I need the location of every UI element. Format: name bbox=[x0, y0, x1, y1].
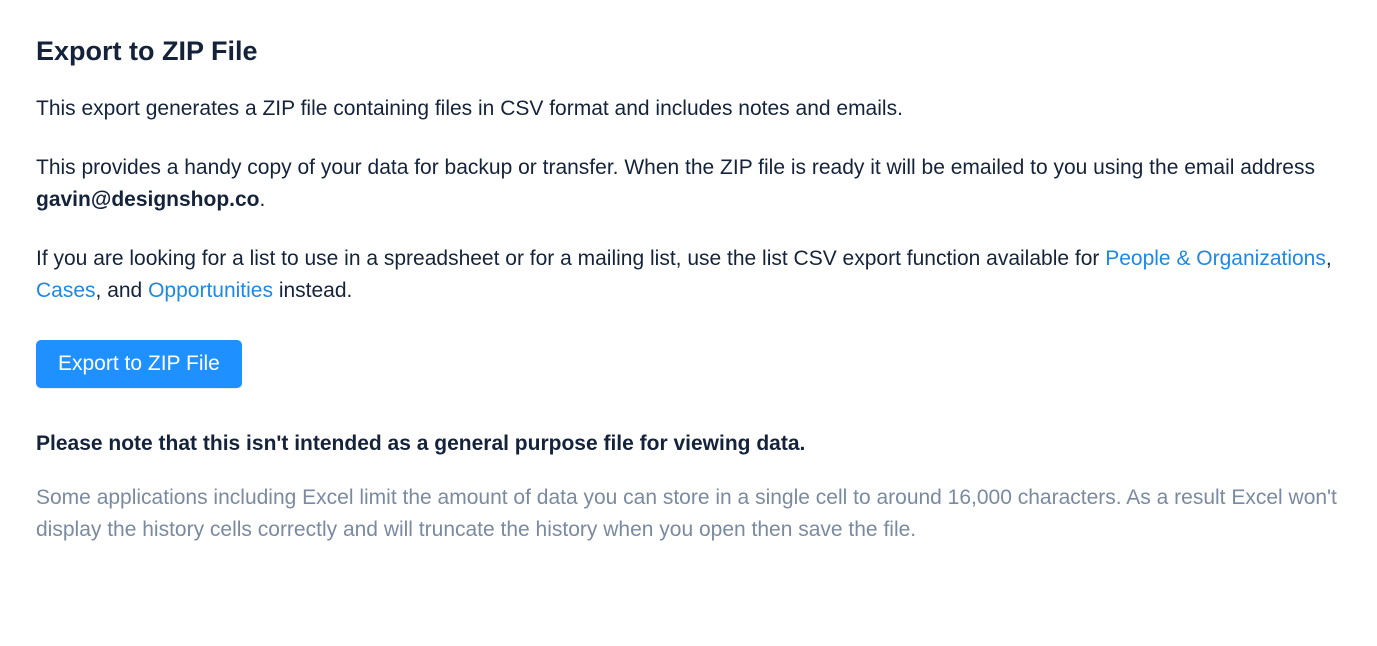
note-body: Some applications including Excel limit … bbox=[36, 482, 1341, 547]
email-paragraph: This provides a handy copy of your data … bbox=[36, 152, 1341, 217]
note-heading: Please note that this isn't intended as … bbox=[36, 432, 1341, 456]
opportunities-link[interactable]: Opportunities bbox=[148, 279, 273, 302]
links-sep1: , bbox=[1326, 247, 1332, 270]
export-zip-button[interactable]: Export to ZIP File bbox=[36, 340, 242, 388]
email-paragraph-suffix: . bbox=[260, 188, 266, 211]
page-title: Export to ZIP File bbox=[36, 36, 1341, 67]
email-address: gavin@designshop.co bbox=[36, 188, 260, 211]
email-paragraph-prefix: This provides a handy copy of your data … bbox=[36, 156, 1315, 179]
people-organizations-link[interactable]: People & Organizations bbox=[1105, 247, 1326, 270]
cases-link[interactable]: Cases bbox=[36, 279, 96, 302]
links-paragraph-suffix: instead. bbox=[273, 279, 352, 302]
links-paragraph: If you are looking for a list to use in … bbox=[36, 243, 1341, 308]
links-sep2: , and bbox=[96, 279, 149, 302]
links-paragraph-prefix: If you are looking for a list to use in … bbox=[36, 247, 1105, 270]
intro-paragraph: This export generates a ZIP file contain… bbox=[36, 93, 1341, 126]
